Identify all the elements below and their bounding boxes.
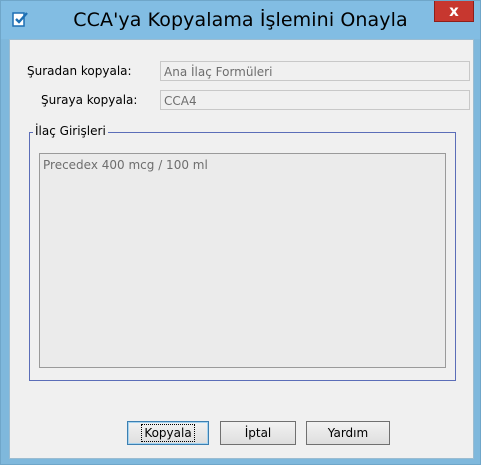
title-bar[interactable]: CCA'ya Kopyalama İşlemini Onayla x [1,1,480,39]
dialog-window: CCA'ya Kopyalama İşlemini Onayla x Şurad… [0,0,481,465]
copy-from-field: Ana İlaç Formüleri [160,61,470,81]
copy-to-label: Şuraya kopyala: [41,93,138,107]
cancel-button-label: İptal [244,426,272,440]
copy-to-field: CCA4 [160,90,470,110]
dialog-content: Şuradan kopyala: Ana İlaç Formüleri Şura… [9,39,474,459]
drug-entries-list[interactable]: Precedex 400 mcg / 100 ml [39,153,446,368]
list-item[interactable]: Precedex 400 mcg / 100 ml [43,158,208,172]
cancel-button[interactable]: İptal [220,421,296,445]
copy-button-label: Kopyala [141,424,195,442]
drug-entries-legend: İlaç Girişleri [33,124,108,138]
copy-button[interactable]: Kopyala [127,421,209,445]
help-button[interactable]: Yardım [306,421,390,445]
close-button[interactable]: x [434,1,474,22]
copy-from-label: Şuradan kopyala: [27,64,132,78]
close-icon: x [449,2,459,20]
help-button-label: Yardım [327,426,369,440]
window-title: CCA'ya Kopyalama İşlemini Onayla [73,9,408,31]
